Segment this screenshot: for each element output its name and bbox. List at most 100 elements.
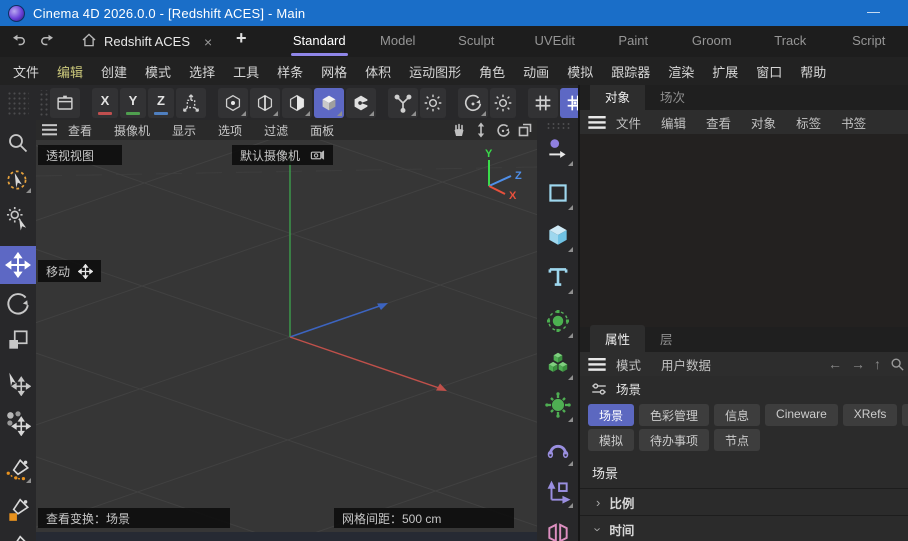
pan-hand-icon[interactable] [451, 122, 467, 138]
sketch-pen-square-icon[interactable] [3, 495, 33, 525]
minimize-button[interactable]: — [867, 4, 880, 19]
menu-edit[interactable]: 编辑 [48, 62, 92, 81]
vp-menu-cameras[interactable]: 摄像机 [103, 122, 161, 139]
section-scale[interactable]: › 比例 [580, 489, 908, 515]
om-hamburger-icon[interactable] [588, 115, 606, 129]
snap-grid-icon[interactable] [560, 87, 580, 118]
amtab-info[interactable]: 信息 [714, 404, 761, 426]
tab-layers[interactable]: 层 [645, 325, 688, 352]
polygons-mode-icon[interactable] [282, 87, 312, 118]
right-toolbar-grip[interactable] [546, 122, 570, 129]
vp-menu-view[interactable]: 查看 [57, 122, 103, 139]
spline-pen-icon[interactable] [3, 455, 33, 485]
history-back-icon[interactable]: ← [828, 356, 842, 372]
tweak-tool-icon[interactable] [3, 203, 33, 233]
am-menu-user-data[interactable]: 用户数据 [651, 355, 721, 374]
field-object-icon[interactable] [541, 302, 575, 340]
menu-spline[interactable]: 样条 [268, 62, 312, 81]
menu-render[interactable]: 渲染 [659, 62, 703, 81]
menu-mograph[interactable]: 运动图形 [400, 62, 470, 81]
document-tab[interactable]: Redshift ACES × [104, 26, 212, 57]
maximize-view-icon[interactable] [517, 122, 533, 138]
section-time[interactable]: › 时间 [580, 516, 908, 541]
amtab-todo[interactable]: 待办事项 [639, 429, 710, 451]
om-menu-view[interactable]: 查看 [696, 113, 741, 132]
camera-swap-icon[interactable] [310, 148, 325, 162]
layout-tab-uvedit[interactable]: UVEdit [516, 26, 595, 57]
lock-x-axis-button[interactable]: X [92, 87, 118, 118]
amtab-animation[interactable]: 动画 [902, 404, 908, 426]
history-forward-icon[interactable]: → [851, 356, 865, 372]
menu-mesh[interactable]: 网格 [312, 62, 356, 81]
om-menu-edit[interactable]: 编辑 [651, 113, 696, 132]
modeling-settings-gear-icon[interactable] [420, 87, 446, 118]
layout-tab-sculpt[interactable]: Sculpt [437, 26, 516, 57]
am-search-icon[interactable] [890, 357, 904, 371]
object-manager-list[interactable] [580, 134, 908, 327]
cube-primitive-icon[interactable] [541, 216, 575, 254]
select-move-tool-icon[interactable] [3, 368, 33, 398]
close-tab-icon[interactable]: × [204, 34, 212, 50]
edges-mode-icon[interactable] [250, 87, 280, 118]
tab-attributes[interactable]: 属性 [590, 325, 646, 352]
search-commander-icon[interactable] [3, 128, 33, 158]
amtab-simulation[interactable]: 模拟 [588, 429, 635, 451]
menu-select[interactable]: 选择 [180, 62, 224, 81]
orbit-rotate-icon[interactable] [495, 122, 511, 138]
history-up-icon[interactable]: ↑ [874, 356, 881, 372]
move-tool-icon[interactable] [0, 246, 36, 284]
snap-rotate-icon[interactable] [458, 87, 488, 118]
generator-gear-icon[interactable] [541, 386, 575, 424]
layout-tab-model[interactable]: Model [359, 26, 438, 57]
kinematics-icon[interactable] [388, 87, 418, 118]
pen-track-tool-icon[interactable] [541, 130, 575, 168]
layout-tab-script[interactable]: Script [830, 26, 908, 57]
left-toolbar-grip[interactable] [7, 91, 29, 115]
volume-builder-icon[interactable] [541, 344, 575, 382]
vp-menu-filter[interactable]: 过滤 [253, 122, 299, 139]
lock-z-axis-button[interactable]: Z [148, 87, 174, 118]
sketch-pen-ngon-icon[interactable] [3, 533, 33, 541]
am-menu-mode[interactable]: 模式 [606, 355, 651, 374]
toolbar-grip[interactable] [38, 89, 48, 116]
menu-mode[interactable]: 模式 [136, 62, 180, 81]
menu-tracker[interactable]: 跟踪器 [602, 62, 659, 81]
menu-volume[interactable]: 体积 [356, 62, 400, 81]
redo-button[interactable] [38, 31, 56, 49]
live-selection-icon[interactable] [3, 165, 33, 195]
lock-y-axis-button[interactable]: Y [120, 87, 146, 118]
tab-takes[interactable]: 场次 [645, 85, 700, 110]
menu-help[interactable]: 帮助 [791, 62, 835, 81]
dolly-zoom-icon[interactable] [473, 122, 489, 138]
menu-extensions[interactable]: 扩展 [703, 62, 747, 81]
snap-settings-gear-icon[interactable] [490, 87, 516, 118]
add-tab-button[interactable]: + [236, 28, 247, 49]
workplane-icon[interactable] [50, 87, 80, 118]
viewport-canvas[interactable]: 透视视图 默认摄像机 移动 Y Z X 查看变换：场景 网格间距：500 cm [36, 140, 537, 532]
menu-create[interactable]: 创建 [92, 62, 136, 81]
soft-move-tool-icon[interactable] [3, 408, 33, 438]
rotate-tool-icon[interactable] [3, 288, 33, 318]
camera-label-chip[interactable]: 默认摄像机 [232, 145, 334, 165]
motext-icon[interactable] [541, 258, 575, 296]
menu-tools[interactable]: 工具 [224, 62, 268, 81]
undo-button[interactable] [10, 31, 28, 49]
home-icon[interactable] [80, 31, 98, 49]
layout-tab-standard[interactable]: Standard [280, 26, 359, 57]
om-menu-tags[interactable]: 标签 [786, 113, 831, 132]
amtab-nodes[interactable]: 节点 [714, 429, 761, 451]
menu-simulate[interactable]: 模拟 [558, 62, 602, 81]
vp-menu-panel[interactable]: 面板 [299, 122, 345, 139]
model-mode-icon[interactable] [314, 87, 344, 118]
am-hamburger-icon[interactable] [588, 357, 606, 371]
layout-tab-groom[interactable]: Groom [673, 26, 752, 57]
amtab-xrefs[interactable]: XRefs [842, 404, 898, 426]
amtab-scene[interactable]: 场景 [588, 404, 635, 426]
points-mode-icon[interactable] [218, 87, 248, 118]
menu-character[interactable]: 角色 [470, 62, 514, 81]
layout-tab-paint[interactable]: Paint [594, 26, 673, 57]
menu-file[interactable]: 文件 [4, 62, 48, 81]
symmetry-instance-icon[interactable] [541, 514, 575, 541]
coordinate-system-icon[interactable] [176, 87, 206, 118]
vp-menu-options[interactable]: 选项 [207, 122, 253, 139]
